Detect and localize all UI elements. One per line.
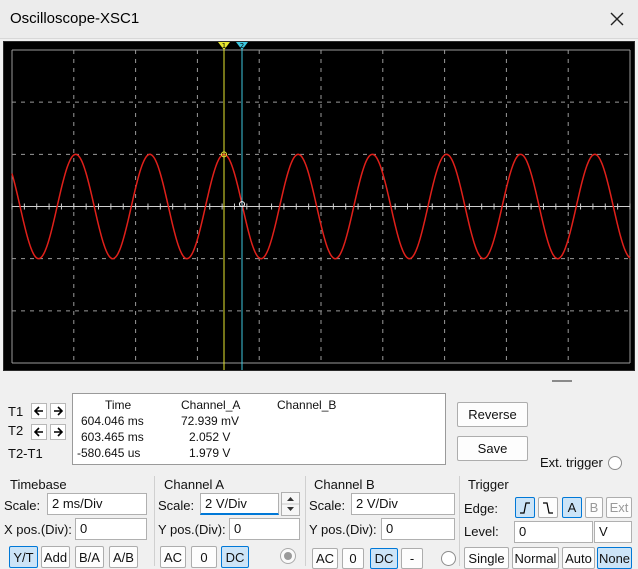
close-button[interactable] (604, 6, 630, 32)
terminal-dot-icon (284, 552, 292, 560)
oscilloscope-screen[interactable]: 12 (3, 41, 635, 371)
channel-b-minus-button[interactable]: - (401, 548, 423, 569)
trigger-normal-button[interactable]: Normal (512, 547, 559, 569)
cursor-2-label: 2 (240, 42, 244, 50)
trigger-none-button[interactable]: None (597, 547, 632, 569)
channel-b-dc-button[interactable]: DC (370, 548, 398, 569)
t1-right-button[interactable] (50, 403, 66, 419)
save-button[interactable]: Save (457, 436, 528, 461)
channel-b-scale-label: Scale: (309, 498, 346, 513)
timebase-xpos-label: X pos.(Div): (4, 522, 72, 537)
arrow-left-icon (34, 427, 43, 437)
window-title: Oscilloscope-XSC1 (10, 10, 140, 27)
readout-table: Time Channel_A Channel_B 604.046 ms 72.9… (72, 393, 446, 465)
channel-a-ypos-field[interactable]: 0 (229, 518, 300, 540)
channel-a-scale-label: Scale: (158, 498, 195, 513)
trigger-edge-label: Edge: (464, 501, 498, 516)
header-channel-b: Channel_B (277, 398, 337, 412)
channel-b-scale-field[interactable]: 2 V/Div (351, 493, 455, 515)
t2-left-button[interactable] (31, 424, 47, 440)
mode-ab-button[interactable]: A/B (109, 546, 138, 568)
channel-a-terminal[interactable] (280, 548, 296, 564)
channel-b-zero-button[interactable]: 0 (342, 548, 364, 569)
ext-trigger-label: Ext. trigger (540, 455, 603, 470)
trigger-source-b-button[interactable]: B (585, 497, 603, 518)
channel-a-scale-spinner[interactable] (281, 492, 300, 516)
timebase-scale-label: Scale: (4, 498, 41, 513)
timebase-title: Timebase (10, 477, 67, 492)
t2-label: T2 (8, 423, 24, 438)
channel-b-ypos-field[interactable]: 0 (381, 518, 455, 540)
rising-edge-icon (520, 501, 530, 514)
t2-t1-time: -580.645 us (77, 446, 141, 460)
reverse-button[interactable]: Reverse (457, 402, 528, 427)
falling-edge-icon (543, 501, 553, 514)
cursor-1-label: 1 (222, 42, 226, 50)
header-channel-a: Channel_A (181, 398, 241, 412)
trigger-level-label: Level: (464, 524, 499, 539)
timebase-xpos-field[interactable]: 0 (75, 518, 147, 540)
channel-a-scale-field[interactable]: 2 V/Div (200, 493, 279, 515)
channel-b-terminal[interactable] (441, 551, 456, 566)
group-divider (305, 476, 306, 566)
mode-yt-button[interactable]: Y/T (9, 546, 38, 568)
trigger-source-a-button[interactable]: A (562, 497, 582, 518)
group-divider (154, 476, 155, 566)
t2-t1-label: T2-T1 (8, 446, 43, 461)
channel-a-ac-button[interactable]: AC (160, 546, 186, 568)
falling-edge-button[interactable] (538, 497, 558, 518)
channel-b-ypos-label: Y pos.(Div): (309, 522, 377, 537)
arrow-right-icon (54, 427, 63, 437)
trigger-level-field[interactable]: 0 (514, 521, 593, 543)
channel-a-ypos-label: Y pos.(Div): (158, 522, 226, 537)
t2-right-button[interactable] (50, 424, 66, 440)
ext-trigger-terminal[interactable] (608, 456, 622, 470)
trigger-title: Trigger (468, 477, 509, 492)
close-icon (610, 12, 624, 26)
mode-ba-button[interactable]: B/A (75, 546, 104, 568)
channel-b-title: Channel B (314, 477, 375, 492)
t1-label: T1 (8, 404, 24, 419)
trigger-source-ext-button[interactable]: Ext (606, 497, 632, 518)
scope-display: 12 (11, 42, 631, 370)
group-divider (459, 476, 460, 566)
t2-channel-a: 2.052 V (189, 430, 231, 444)
channel-a-dc-button[interactable]: DC (221, 546, 249, 568)
arrow-left-icon (34, 406, 43, 416)
timebase-scale-field[interactable]: 2 ms/Div (47, 493, 147, 515)
channel-a-zero-button[interactable]: 0 (191, 546, 217, 568)
trigger-single-button[interactable]: Single (464, 547, 509, 569)
mode-add-button[interactable]: Add (41, 546, 70, 568)
arrow-right-icon (54, 406, 63, 416)
t1-channel-a: 72.939 mV (181, 414, 240, 428)
t1-time: 604.046 ms (81, 414, 144, 428)
trigger-level-unit-field[interactable]: V (594, 521, 632, 543)
splitter-handle[interactable] (552, 380, 572, 382)
t2-t1-channel-a: 1.979 V (189, 446, 231, 460)
channel-b-ac-button[interactable]: AC (312, 548, 338, 569)
spinner-arrows-icon (282, 497, 299, 511)
t2-time: 603.465 ms (81, 430, 144, 444)
trigger-auto-button[interactable]: Auto (562, 547, 595, 569)
t1-left-button[interactable] (31, 403, 47, 419)
rising-edge-button[interactable] (515, 497, 535, 518)
title-bar: Oscilloscope-XSC1 (0, 0, 638, 39)
channel-a-title: Channel A (164, 477, 224, 492)
header-time: Time (105, 398, 132, 412)
